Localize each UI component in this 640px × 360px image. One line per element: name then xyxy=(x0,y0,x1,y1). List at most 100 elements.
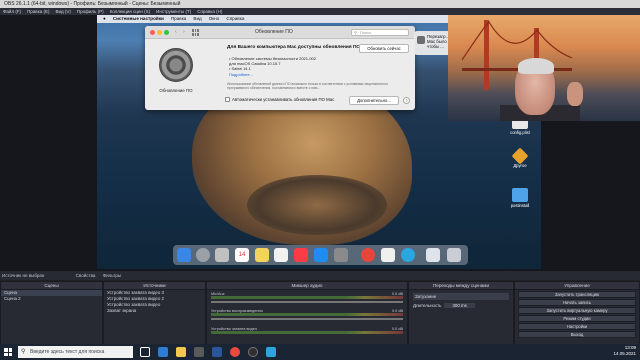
back-icon[interactable]: ‹ xyxy=(175,29,177,35)
person-hand xyxy=(567,82,583,106)
mixer-title: Микшер аудио xyxy=(207,282,407,290)
obs-taskbar-icon[interactable] xyxy=(248,347,258,357)
close-icon[interactable] xyxy=(150,30,155,35)
rocket-icon[interactable] xyxy=(215,248,229,262)
source-status-line: Источник не выбран Свойства Фильтры xyxy=(0,271,640,280)
gear-icon xyxy=(159,48,193,82)
transition-select[interactable]: Затухание xyxy=(413,293,509,300)
search-input[interactable]: Поиск xyxy=(351,29,409,36)
menu-scene-collection[interactable]: Коллекция сцен (S) xyxy=(110,8,151,15)
trash-icon[interactable] xyxy=(447,248,461,262)
source-item[interactable]: Захват экрана xyxy=(104,308,205,314)
forward-icon[interactable]: › xyxy=(183,29,185,35)
volume-slider[interactable] xyxy=(211,301,403,303)
update-now-button[interactable]: Обновить сейчас xyxy=(359,44,409,53)
settings-button[interactable]: Настройки xyxy=(518,323,636,330)
menu-help[interactable]: Справка (H) xyxy=(197,8,222,15)
menu-tools[interactable]: Инструменты (T) xyxy=(156,8,191,15)
start-virtual-camera-button[interactable]: Запустить виртуальную камеру xyxy=(518,307,636,314)
task-view-icon[interactable] xyxy=(140,347,150,357)
explorer-icon[interactable] xyxy=(176,347,186,357)
system-preferences-icon[interactable] xyxy=(334,248,348,262)
properties-button[interactable]: Свойства xyxy=(76,273,96,278)
system-clock[interactable]: 13:09 14.05.2021 xyxy=(613,345,636,357)
scenes-title: Сцены xyxy=(1,282,102,290)
controls-title: Управление xyxy=(515,282,639,290)
sources-title: Источники xyxy=(104,282,205,290)
scenes-panel: Сцены Сцена Сцена 2 xyxy=(0,281,103,351)
update-item: • Safari 14.1 xyxy=(229,66,251,71)
auto-update-row[interactable]: Автоматически устанавливать обновления П… xyxy=(225,97,334,102)
volume-meter xyxy=(211,296,403,299)
desktop-icon-label: postinstall xyxy=(510,203,530,208)
package-icon xyxy=(511,147,529,165)
mixer-channel: Устройство захвата видео 0.0 dB xyxy=(207,324,407,337)
mixer-channel: Mic/Aux 0.0 dB xyxy=(207,290,407,305)
start-recording-button[interactable]: Начать запись xyxy=(518,299,636,306)
person-hair xyxy=(518,58,554,74)
menu-view[interactable]: Вид (V) xyxy=(56,8,71,15)
sources-panel: Источники Устройство захвата видео 3 Уст… xyxy=(103,281,206,351)
menu-file[interactable]: Файл (F) xyxy=(3,8,21,15)
window-title: Обновление ПО xyxy=(255,29,293,35)
scene-item[interactable]: Сцена 2 xyxy=(1,296,102,302)
store-icon[interactable] xyxy=(194,347,204,357)
clock-date: 14.05.2021 xyxy=(613,351,636,356)
advanced-button[interactable]: Дополнительно... xyxy=(349,96,399,105)
launchpad-icon[interactable] xyxy=(196,248,210,262)
apple-icon[interactable]: ● xyxy=(103,15,106,23)
mac-menu-edit[interactable]: Правка xyxy=(171,15,187,23)
notes-icon[interactable] xyxy=(255,248,269,262)
duration-row: Длительность 300 ms xyxy=(413,303,509,308)
search-icon: ⚲ xyxy=(354,30,357,35)
teamviewer-icon[interactable] xyxy=(401,248,415,262)
minimize-icon[interactable] xyxy=(157,30,162,35)
taskbar-search-input[interactable]: Введите здесь текст для поиска xyxy=(18,346,133,358)
obs-title-bar: OBS 26.1.1 (64-bit, windows) - Профиль: … xyxy=(0,0,640,8)
chrome-icon[interactable] xyxy=(361,248,375,262)
menu-edit[interactable]: Правка (E) xyxy=(27,8,49,15)
volume-meter xyxy=(211,313,403,316)
edge-icon[interactable] xyxy=(158,347,168,357)
obs-menu-bar: Файл (F) Правка (E) Вид (V) Профиль (P) … xyxy=(0,8,640,15)
chrome-taskbar-icon[interactable] xyxy=(230,347,240,357)
filters-button[interactable]: Фильтры xyxy=(103,273,121,278)
calendar-icon[interactable]: 14 xyxy=(235,248,249,262)
teamviewer-taskbar-icon[interactable] xyxy=(266,347,276,357)
desktop-icon-label: config.plist xyxy=(510,130,530,135)
desktop-icon-other[interactable]: Другое xyxy=(509,147,531,168)
update-heading: Для Вашего компьютера Mac доступны обнов… xyxy=(227,45,361,50)
app-store-icon[interactable] xyxy=(314,248,328,262)
duration-label: Длительность xyxy=(413,303,442,308)
desktop-icon-postinstall[interactable]: postinstall xyxy=(509,188,531,208)
license-info: Использование обновлений данного ПО возм… xyxy=(227,82,388,90)
menu-system-preferences[interactable]: Системные настройки xyxy=(113,15,164,23)
menu-profile[interactable]: Профиль (P) xyxy=(77,8,104,15)
studio-mode-button[interactable]: Режим студии xyxy=(518,315,636,322)
finder-icon[interactable] xyxy=(177,248,191,262)
music-icon[interactable] xyxy=(294,248,308,262)
start-streaming-button[interactable]: Запустить трансляцию xyxy=(518,291,636,298)
textedit-icon[interactable] xyxy=(381,248,395,262)
word-icon[interactable] xyxy=(212,347,222,357)
downloads-icon[interactable] xyxy=(426,248,440,262)
reminders-icon[interactable] xyxy=(274,248,288,262)
volume-slider[interactable] xyxy=(211,318,403,320)
controls-panel: Управление Запустить трансляцию Начать з… xyxy=(514,281,640,351)
exit-button[interactable]: Выход xyxy=(518,331,636,338)
mac-menu-window[interactable]: Окно xyxy=(209,15,220,23)
volume-meter xyxy=(211,331,403,334)
audio-mixer-panel: Микшер аудио Mic/Aux 0.0 dB Устройство во… xyxy=(206,281,408,351)
obs-window-title: OBS 26.1.1 (64-bit, windows) - Профиль: … xyxy=(4,1,181,7)
more-info-link[interactable]: Подробнее... xyxy=(229,72,253,77)
gear-icon xyxy=(417,36,425,44)
zoom-icon[interactable] xyxy=(164,30,169,35)
software-update-label: Обновление ПО xyxy=(159,88,193,93)
windows-start-icon[interactable] xyxy=(4,348,12,356)
auto-update-checkbox[interactable] xyxy=(225,97,230,102)
grid-icon[interactable] xyxy=(192,29,199,36)
duration-input[interactable]: 300 ms xyxy=(444,303,475,308)
help-button[interactable]: ? xyxy=(403,97,410,104)
mac-menu-view[interactable]: Вид xyxy=(193,15,201,23)
mac-menu-help[interactable]: Справка xyxy=(226,15,244,23)
